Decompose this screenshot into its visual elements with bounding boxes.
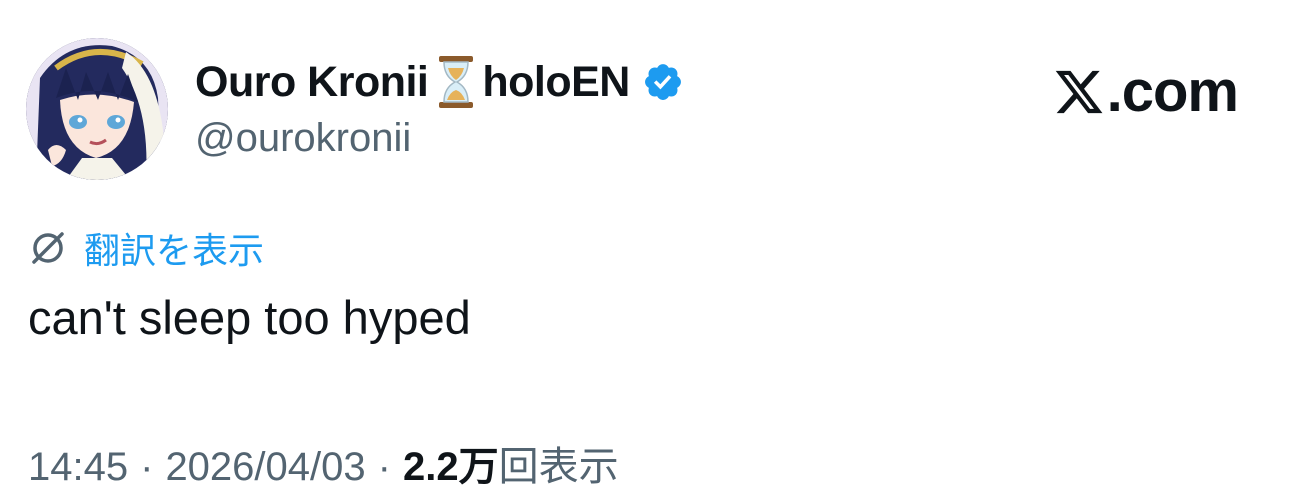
author-line[interactable]: Ouro Kronii holoEN [195,52,684,112]
meta-separator: · [377,445,391,489]
translate-globe-icon [32,232,64,264]
avatar-illustration [26,38,168,180]
brand-watermark: .com [1053,58,1239,125]
views-count: 2.2 [402,445,459,489]
meta-separator: · [140,445,154,489]
tweet-time[interactable]: 14:45 [28,445,128,490]
display-name-suffix[interactable]: holoEN [482,58,630,107]
hourglass-icon [439,56,474,108]
verified-badge-icon[interactable] [642,61,684,103]
tweet-date[interactable]: 2026/04/03 [165,445,365,490]
tweet-meta: 14:45 · 2026/04/03 · 2.2 万 回表示 [28,434,619,492]
brand-text: .com [1106,59,1239,124]
show-translation-label[interactable]: 翻訳を表示 [84,222,264,274]
handle[interactable]: @ourokronii [195,116,411,161]
x-logo-icon [1055,70,1103,113]
show-translation-link[interactable]: 翻訳を表示 [28,222,264,274]
views-label: 回表示 [498,444,619,490]
avatar[interactable] [26,38,168,180]
display-name[interactable]: Ouro Kronii [195,58,429,107]
views-unit: 万 [458,444,499,490]
tweet-text: can't sleep too hyped [28,291,471,344]
